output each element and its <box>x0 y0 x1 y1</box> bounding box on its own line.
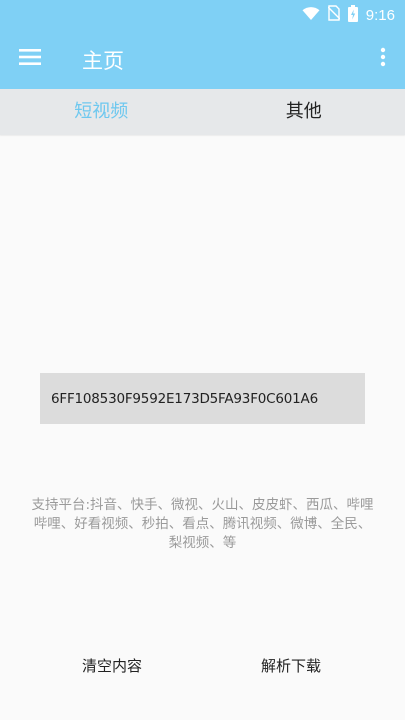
clock: 9:16 <box>365 6 395 24</box>
status-icons: 9:16 <box>302 4 395 26</box>
tab-bar: 短视频 其他 <box>0 89 405 135</box>
url-input[interactable]: 6FF108530F9592E173D5FA93F0C601A6 <box>40 373 365 424</box>
hamburger-menu-icon <box>19 49 41 69</box>
supported-platforms-text: 支持平台:抖音、快手、微视、火山、皮皮虾、西瓜、哔哩哔哩、好看视频、秒拍、看点、… <box>31 497 374 551</box>
more-vert-icon <box>380 47 386 71</box>
status-bar: 9:16 <box>0 0 405 29</box>
app-bar: 主页 <box>0 29 405 89</box>
menu-button[interactable] <box>10 40 50 78</box>
tab-other[interactable]: 其他 <box>203 89 405 135</box>
page-title: 主页 <box>82 49 124 73</box>
parse-download-button[interactable]: 解析下载 <box>241 650 341 680</box>
wifi-icon <box>302 6 320 25</box>
no-sim-icon <box>327 5 341 25</box>
overflow-menu-button[interactable] <box>369 40 397 78</box>
tab-label: 其他 <box>285 101 322 122</box>
tab-label: 短视频 <box>74 101 129 122</box>
battery-icon <box>347 4 358 26</box>
tab-short-video[interactable]: 短视频 <box>0 89 203 135</box>
clear-content-button[interactable]: 清空内容 <box>62 650 162 680</box>
